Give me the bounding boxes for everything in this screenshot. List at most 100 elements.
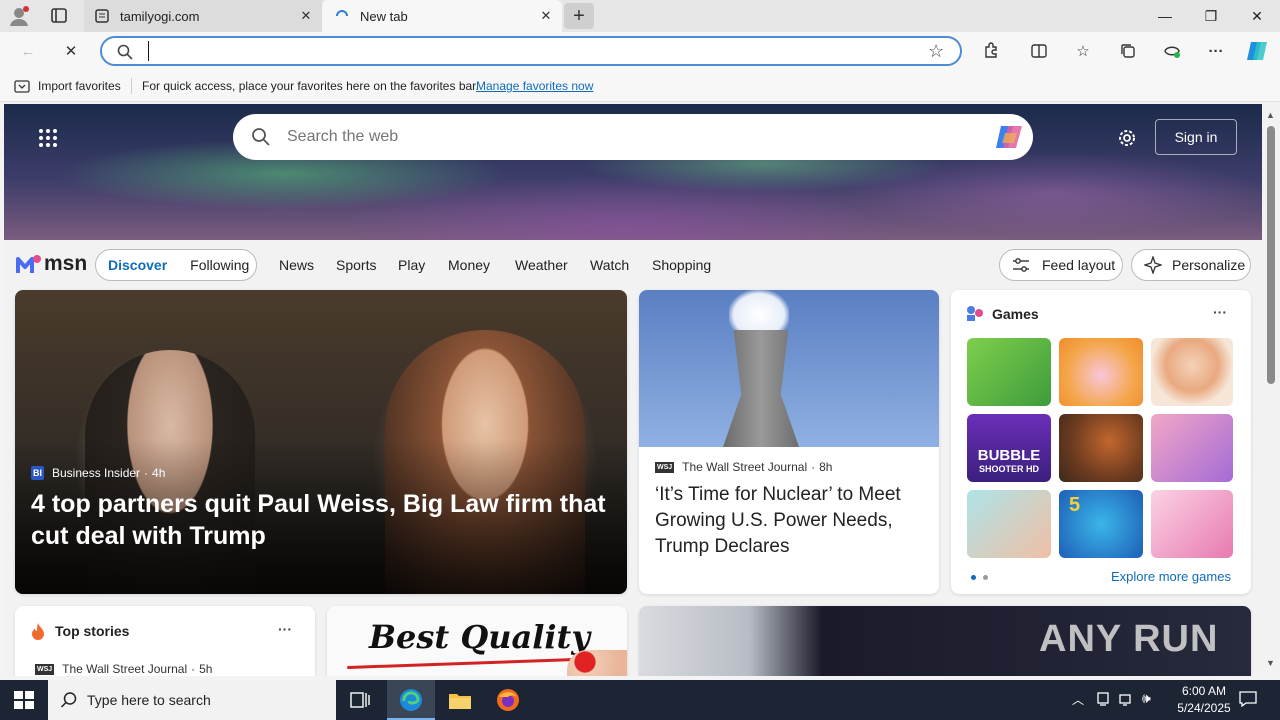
hero-story-card[interactable]: BI Business Insider · 4h 4 top partners …: [15, 290, 627, 594]
copilot-icon[interactable]: [1244, 38, 1270, 64]
import-favorites-button[interactable]: Import favorites: [38, 79, 121, 93]
games-card: Games ··· BUBBLE SHOOTER HD 5 Explore mo…: [951, 290, 1251, 594]
game-tile-shark[interactable]: 5: [1059, 490, 1143, 558]
web-search-input[interactable]: [287, 126, 967, 148]
feed-tabs: Discover Following: [95, 249, 257, 281]
source-badge: BI: [31, 466, 44, 480]
clock-time[interactable]: 6:00 AM: [1172, 684, 1236, 698]
nav-play[interactable]: Play: [398, 257, 425, 273]
nav-weather[interactable]: Weather: [515, 257, 568, 273]
cooling-tower: [723, 330, 799, 447]
network-icon[interactable]: [1119, 691, 1135, 707]
profile-icon[interactable]: [8, 5, 30, 27]
top-stories-card: Top stories ··· WSJ The Wall Street Jour…: [15, 606, 315, 676]
feed-layout-button[interactable]: Feed layout: [999, 249, 1123, 281]
settings-more-icon[interactable]: ···: [1203, 38, 1229, 64]
tab-actions-icon[interactable]: [50, 7, 70, 25]
game-tile-bubble-shooter[interactable]: BUBBLE SHOOTER HD: [967, 414, 1051, 482]
back-icon[interactable]: ←: [15, 38, 41, 64]
task-view-icon[interactable]: [349, 690, 371, 710]
volume-icon[interactable]: 🕪: [1142, 690, 1151, 707]
story-source: BI Business Insider · 4h: [31, 466, 165, 480]
game-tile-1[interactable]: [967, 338, 1051, 406]
close-tab-icon[interactable]: ✕: [538, 8, 554, 24]
firefox-icon[interactable]: [496, 688, 520, 712]
hero-headline[interactable]: 4 top partners quit Paul Weiss, Big Law …: [31, 488, 621, 552]
carousel-dot-active[interactable]: [971, 575, 976, 580]
split-screen-icon[interactable]: [1026, 38, 1052, 64]
watermark-text: ANY RUN: [1039, 618, 1219, 660]
manage-favorites-link[interactable]: Manage favorites now: [476, 79, 593, 93]
favorites-icon[interactable]: ☆: [1070, 38, 1096, 64]
nav-sports[interactable]: Sports: [336, 257, 376, 273]
msn-logo[interactable]: msn: [16, 252, 87, 276]
ad-card[interactable]: Best Quality: [327, 606, 627, 676]
tab-discover[interactable]: Discover: [108, 257, 167, 273]
favorites-message: For quick access, place your favorites h…: [142, 79, 479, 93]
scroll-down-icon[interactable]: ▼: [1266, 658, 1275, 668]
stop-loading-icon[interactable]: ✕: [58, 38, 84, 64]
new-tab-button[interactable]: +: [564, 3, 594, 29]
page-scrollbar[interactable]: ▲ ▼: [1262, 104, 1280, 676]
close-window-icon[interactable]: ✕: [1234, 0, 1280, 32]
more-options-icon[interactable]: ···: [1213, 304, 1227, 320]
explore-more-games-link[interactable]: Explore more games: [1111, 569, 1231, 584]
game-tile-9[interactable]: [1151, 490, 1233, 558]
side-story-card[interactable]: WSJ The Wall Street Journal · 8h ‘It’s T…: [639, 290, 939, 594]
tab-tamilyogi[interactable]: tamilyogi.com ✕: [84, 0, 322, 32]
sign-in-button[interactable]: Sign in: [1155, 119, 1237, 155]
import-favorites-icon[interactable]: [14, 78, 30, 94]
start-button[interactable]: [14, 691, 34, 709]
clock-date[interactable]: 5/24/2025: [1166, 701, 1242, 715]
game-tile-6[interactable]: [1151, 414, 1233, 482]
tab-new-tab[interactable]: New tab ✕: [322, 0, 562, 32]
favorites-bar: Import favorites For quick access, place…: [0, 70, 1280, 102]
personalize-label: Personalize: [1172, 257, 1246, 273]
nav-news[interactable]: News: [279, 257, 314, 273]
minimize-icon[interactable]: —: [1142, 0, 1188, 32]
taskbar-search[interactable]: Type here to search: [48, 680, 336, 720]
search-icon: [251, 127, 271, 147]
video-story-card[interactable]: ANY RUN: [639, 606, 1251, 676]
personalize-button[interactable]: Personalize: [1131, 249, 1251, 281]
tab-strip: tamilyogi.com ✕ New tab ✕ + — ❐ ✕: [0, 0, 1280, 32]
edge-taskbar-icon[interactable]: [387, 680, 435, 720]
nav-shopping[interactable]: Shopping: [652, 257, 711, 273]
file-explorer-icon[interactable]: [448, 690, 472, 710]
carousel-dot[interactable]: [983, 575, 988, 580]
tab-title: tamilyogi.com: [120, 8, 200, 24]
collections-icon[interactable]: [1115, 38, 1141, 64]
notifications-icon[interactable]: [1239, 691, 1257, 708]
game-tile-7[interactable]: [967, 490, 1051, 558]
web-search-box[interactable]: [233, 114, 1033, 160]
nav-money[interactable]: Money: [448, 257, 490, 273]
copilot-icon[interactable]: [993, 123, 1025, 151]
ad-headline: Best Quality: [369, 618, 590, 656]
close-tab-icon[interactable]: ✕: [298, 8, 314, 24]
search-icon: [116, 43, 134, 61]
tray-chevron-icon[interactable]: ︿: [1072, 691, 1084, 708]
tab-following[interactable]: Following: [190, 257, 249, 273]
story-age: 5h: [199, 662, 213, 676]
nav-watch[interactable]: Watch: [590, 257, 629, 273]
extensions-icon[interactable]: [978, 38, 1004, 64]
more-options-icon[interactable]: ···: [278, 621, 292, 637]
address-input[interactable]: [148, 41, 908, 61]
favorite-star-icon[interactable]: ☆: [928, 41, 944, 62]
scroll-thumb[interactable]: [1267, 126, 1275, 384]
side-headline[interactable]: ‘It’s Time for Nuclear’ to Meet Growing …: [655, 482, 927, 560]
page-settings-icon[interactable]: [1116, 127, 1138, 149]
game-tile-3[interactable]: [1151, 338, 1233, 406]
address-bar[interactable]: ☆: [100, 36, 962, 66]
toolbar: ← ✕ ☆ ☆ ···: [0, 32, 1280, 70]
source-name: Business Insider: [52, 466, 141, 480]
tray-device-icon[interactable]: [1096, 691, 1110, 707]
apps-grid-icon[interactable]: [38, 128, 58, 148]
restore-icon[interactable]: ❐: [1188, 0, 1234, 32]
scroll-up-icon[interactable]: ▲: [1266, 110, 1275, 120]
game-tile-2[interactable]: [1059, 338, 1143, 406]
game-tile-5[interactable]: [1059, 414, 1143, 482]
browser-essentials-icon[interactable]: [1159, 38, 1185, 64]
dot-separator: ·: [811, 460, 816, 474]
story-age: 4h: [152, 466, 166, 480]
